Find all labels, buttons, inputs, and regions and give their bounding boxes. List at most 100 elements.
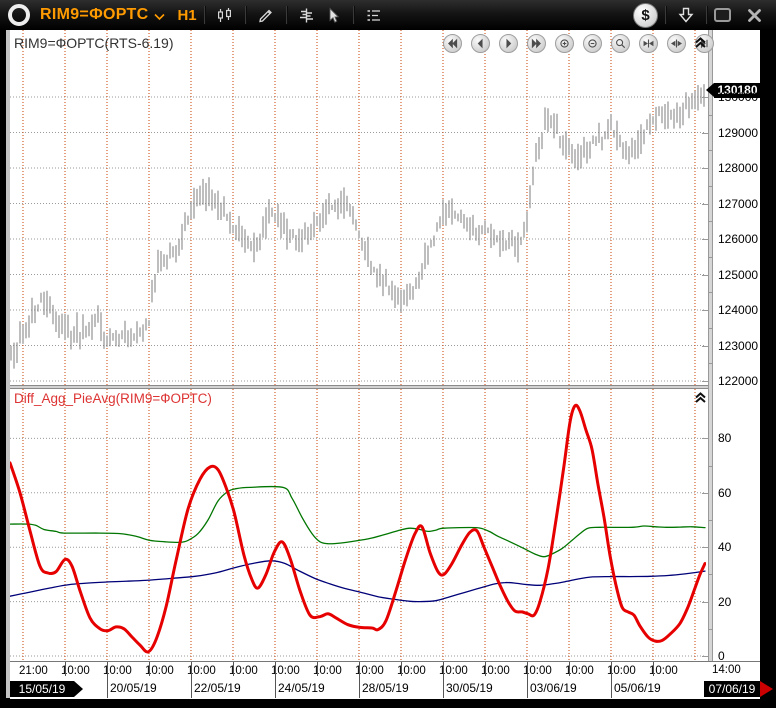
time-label: 21:00 (19, 665, 48, 677)
profile-histogram-icon[interactable] (294, 3, 320, 27)
time-tick (317, 662, 318, 676)
symbol-title[interactable]: RIM9=ФОРТС (40, 6, 148, 24)
price-minor-tick (709, 150, 712, 151)
time-tick (233, 662, 234, 676)
price-minor-tick (709, 328, 712, 329)
restore-window-icon[interactable] (714, 8, 731, 22)
timeframe-button[interactable]: H1 (177, 7, 196, 24)
indicator-tick-label: 20 (718, 595, 731, 609)
price-tick-mark (702, 310, 708, 311)
price-tick-label: 124000 (718, 303, 758, 317)
indicator-minor-tick (709, 629, 712, 630)
indicator-tick-mark (702, 656, 708, 657)
date-boundary-tick (107, 662, 108, 698)
dollar-circle-icon[interactable]: $ (633, 3, 658, 28)
date-label: 03/06/19 (530, 681, 577, 695)
end-time-label: 14:00 (712, 664, 741, 676)
price-scale-divider[interactable] (708, 30, 713, 661)
price-tick-label: 127000 (718, 197, 758, 211)
date-label: 24/05/19 (278, 681, 325, 695)
chart-window: RIM9=ФОРТС(RTS-6.19) Diff_Agg_PieAvg(RIM… (10, 30, 760, 698)
date-label: 30/05/19 (446, 681, 493, 695)
date-label: 05/06/19 (614, 681, 661, 695)
arrow-down-icon[interactable] (673, 3, 699, 27)
indicator-tick-mark (702, 602, 708, 603)
zoom-reset-button[interactable] (611, 34, 630, 53)
toolbar-separator (353, 6, 354, 24)
indicator-tick-label: 40 (718, 540, 731, 554)
panel-divider[interactable] (10, 385, 708, 389)
date-boundary-tick (443, 662, 444, 698)
toolbar-separator (204, 6, 205, 24)
price-minor-tick (709, 115, 712, 116)
blue-line-line (10, 561, 705, 602)
time-tick (569, 662, 570, 676)
price-tick-label: 126000 (718, 232, 758, 246)
indicator-label: Diff_Agg_PieAvg(RIM9=ФОРТС) (14, 391, 212, 406)
chart-symbol-label: RIM9=ФОРТС(RTS-6.19) (14, 35, 174, 51)
Diff_Agg_PieAvg-line (10, 405, 705, 652)
cursor-icon[interactable] (320, 3, 346, 27)
date-label: 28/05/19 (362, 681, 409, 695)
time-tick (401, 662, 402, 676)
date-label: 22/05/19 (194, 681, 241, 695)
indicator-tick-label: 60 (718, 486, 731, 500)
price-tick-label: 128000 (718, 161, 758, 175)
fast-forward-button[interactable] (527, 34, 546, 53)
step-back-button[interactable] (471, 34, 490, 53)
price-grid (10, 30, 706, 385)
toolbar-separator (286, 6, 287, 24)
price-tick-mark (702, 275, 708, 276)
close-icon[interactable] (741, 3, 767, 27)
indicator-tick-mark (702, 547, 708, 548)
price-minor-tick (709, 292, 712, 293)
date-boundary-tick (359, 662, 360, 698)
price-tick-mark (702, 97, 708, 98)
end-date-badge: 07/06/19 (704, 681, 760, 697)
price-minor-tick (709, 186, 712, 187)
price-bars (11, 84, 704, 369)
price-tick-label: 129000 (718, 126, 758, 140)
window-tools: $ (633, 3, 767, 28)
candles-icon[interactable] (212, 3, 238, 27)
price-tick-label: 130000 (718, 90, 758, 104)
date-boundary-tick (275, 662, 276, 698)
app-logo-icon (8, 4, 30, 26)
indicator-minor-tick (709, 466, 712, 467)
zoom-in-button[interactable] (555, 34, 574, 53)
chart-nav-toolbar (443, 34, 714, 53)
indicator-tick-label: 80 (718, 431, 731, 445)
fast-rewind-button[interactable] (443, 34, 462, 53)
price-minor-tick (709, 257, 712, 258)
price-tick-mark (702, 168, 708, 169)
price-tick-label: 122000 (718, 374, 758, 388)
collapse-chart-icon[interactable] (694, 36, 707, 49)
compress-bars-button[interactable] (639, 34, 658, 53)
price-tick-mark (702, 346, 708, 347)
price-tick-mark (702, 133, 708, 134)
levels-icon[interactable] (361, 3, 387, 27)
indicator-plot[interactable] (10, 389, 706, 661)
indicator-minor-tick (709, 574, 712, 575)
indicator-grid (10, 389, 706, 661)
time-tick (65, 662, 66, 676)
time-scale[interactable]: 21:0010:0010:0010:0010:0010:0010:0010:00… (10, 661, 760, 699)
price-minor-tick (709, 363, 712, 364)
price-plot[interactable] (10, 30, 706, 385)
collapse-indicator-icon[interactable] (694, 391, 707, 404)
time-tick (149, 662, 150, 676)
zoom-out-button[interactable] (583, 34, 602, 53)
price-tick-mark (702, 239, 708, 240)
chevron-down-icon[interactable] (154, 8, 165, 26)
indicator-tick-mark (702, 438, 708, 439)
step-forward-button[interactable] (499, 34, 518, 53)
date-boundary-tick (527, 662, 528, 698)
indicator-minor-tick (709, 520, 712, 521)
price-minor-tick (709, 221, 712, 222)
price-tick-mark (702, 381, 708, 382)
price-tick-label: 125000 (718, 268, 758, 282)
pencil-icon[interactable] (253, 3, 279, 27)
toolbar-separator (245, 6, 246, 24)
indicator-tick-label: 0 (718, 649, 725, 663)
expand-bars-button[interactable] (667, 34, 686, 53)
